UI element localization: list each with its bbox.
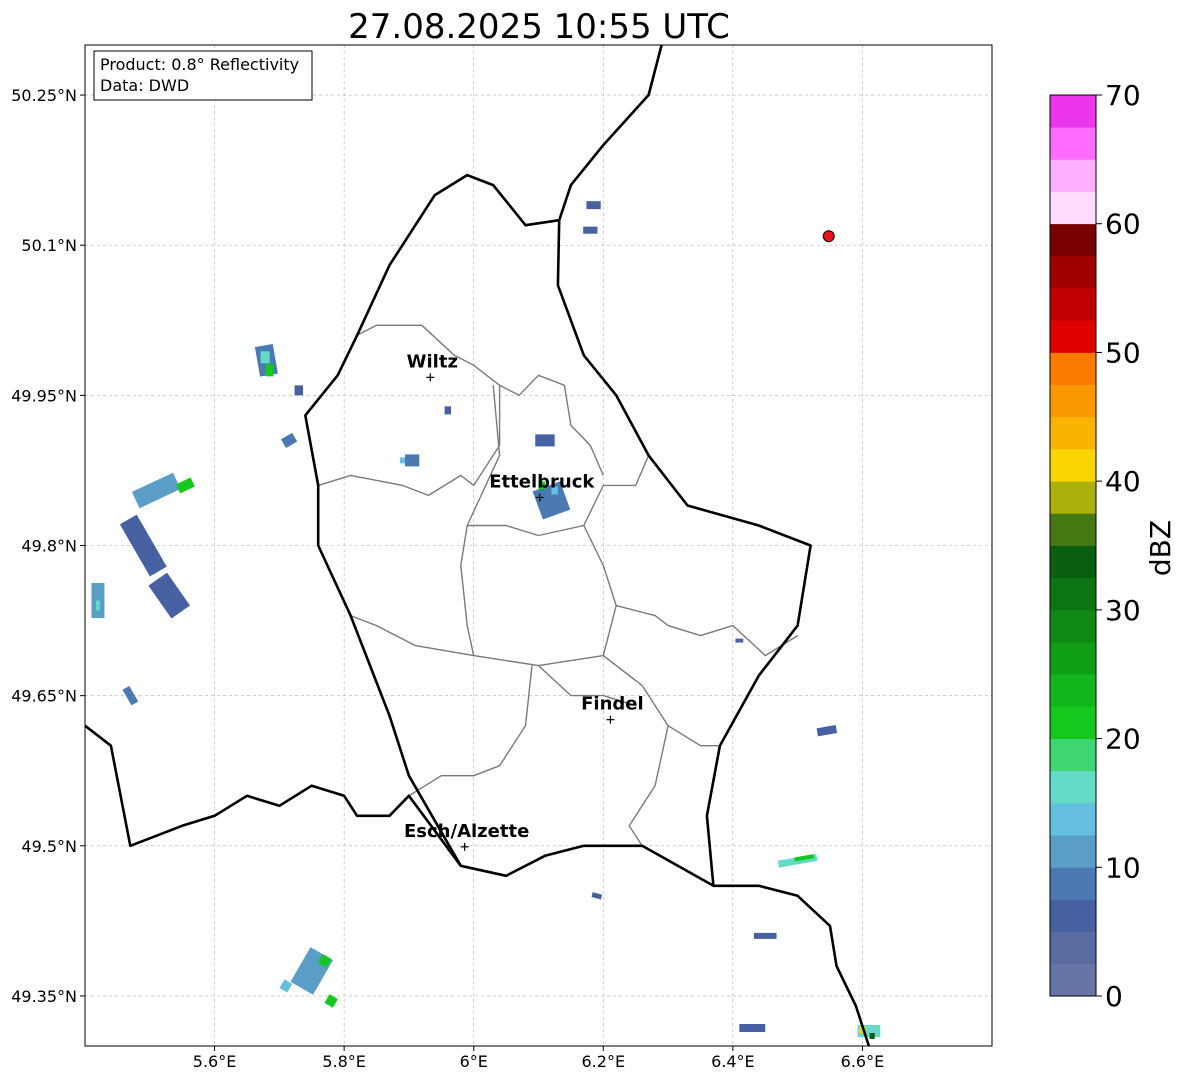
radar-echo [294, 385, 304, 396]
colorbar-tick-label: 70 [1105, 79, 1141, 112]
radar-map-figure: 27.08.2025 10:55 UTC Wiltz Ettelbruck Find… [11, 7, 1177, 1071]
lon-tick-label: 6.4°E [711, 1052, 755, 1071]
colorbar-tick-label: 60 [1105, 208, 1141, 241]
radar-echo [405, 454, 420, 467]
lat-tick-label: 50.1°N [21, 236, 77, 255]
radar-echo [535, 434, 555, 447]
lat-tick-label: 49.65°N [11, 687, 77, 706]
city-label: Wiltz [407, 351, 458, 372]
latitude-axis: 50.25°N 50.1°N 49.95°N 49.8°N 49.65°N 49.5°N 4… [11, 86, 85, 1006]
colorbar-segment [1050, 931, 1096, 965]
radar-echo [91, 583, 105, 619]
info-data-source: Data: DWD [100, 76, 189, 95]
lon-tick-label: 5.8°E [322, 1052, 366, 1071]
map-area: Wiltz Ettelbruck Findel Esch/Alzette [84, 44, 993, 1047]
colorbar-segment [1050, 545, 1096, 579]
colorbar-segment [1050, 674, 1096, 707]
radar-echo [869, 1032, 875, 1039]
colorbar-segment [1050, 416, 1096, 450]
map-title: 27.08.2025 10:55 UTC [348, 7, 730, 47]
lat-tick-label: 49.5°N [21, 837, 77, 856]
radar-echo [753, 932, 777, 939]
lon-tick-label: 6°E [460, 1052, 488, 1071]
colorbar-segment [1050, 384, 1096, 418]
colorbar-segment [1050, 642, 1096, 675]
colorbar-segment [1050, 802, 1096, 836]
lon-tick-label: 6.2°E [582, 1052, 626, 1071]
radar-echo [260, 351, 270, 364]
lon-tick-label: 6.6°E [841, 1052, 885, 1071]
colorbar-segment [1050, 288, 1096, 321]
colorbar-segment [1050, 738, 1096, 772]
lat-tick-label: 50.25°N [11, 86, 77, 105]
colorbar-segment [1050, 127, 1096, 160]
colorbar-segment [1050, 609, 1096, 643]
radar-echo [265, 364, 274, 377]
colorbar-segment [1050, 223, 1096, 257]
colorbar-segment [1050, 352, 1096, 386]
lat-tick-label: 49.35°N [11, 987, 77, 1006]
colorbar-tick-label: 20 [1105, 723, 1141, 756]
radar-echo [739, 1023, 766, 1032]
colorbar-segment [1050, 835, 1096, 868]
colorbar-tick-label: 0 [1105, 980, 1123, 1013]
colorbar-segment [1050, 255, 1096, 289]
radar-echo [96, 600, 100, 611]
colorbar-label: dBZ [1144, 520, 1177, 576]
colorbar-segment [1050, 706, 1096, 739]
longitude-axis: 5.6°E 5.8°E 6°E 6.2°E 6.4°E 6.6°E [193, 1046, 884, 1071]
colorbar-segment [1050, 481, 1096, 514]
city-label: Ettelbruck [489, 471, 595, 492]
colorbar-segment [1050, 963, 1096, 997]
colorbar-segment [1050, 159, 1096, 192]
colorbar-segment [1050, 867, 1096, 900]
colorbar-segment [1050, 770, 1096, 804]
colorbar-segment [1050, 191, 1096, 225]
colorbar-segment [1050, 577, 1096, 611]
info-product: Product: 0.8° Reflectivity [100, 55, 299, 74]
colorbar-segment [1050, 95, 1096, 128]
colorbar-tick-label: 40 [1105, 465, 1141, 498]
city-label: Esch/Alzette [404, 821, 529, 842]
lat-tick-label: 49.95°N [11, 386, 77, 405]
city-label: Findel [581, 694, 644, 715]
radar-site-marker [822, 230, 835, 243]
colorbar-tick-label: 30 [1105, 594, 1141, 627]
colorbar-tick-label: 50 [1105, 336, 1141, 369]
colorbar-segment [1050, 513, 1096, 546]
colorbar-segments [1050, 95, 1096, 997]
colorbar-tick-label: 10 [1105, 851, 1141, 884]
colorbar-segment [1050, 448, 1096, 482]
lat-tick-label: 49.8°N [21, 537, 77, 556]
colorbar-segment [1050, 899, 1096, 933]
radar-echo [586, 201, 601, 210]
radar-echo [399, 457, 406, 464]
lon-tick-label: 5.6°E [193, 1052, 237, 1071]
colorbar: 0 10 20 30 40 50 60 70 dBZ [1049, 79, 1177, 1013]
info-box: Product: 0.8° Reflectivity Data: DWD [93, 50, 313, 101]
radar-echo [583, 226, 598, 234]
radar-echo [735, 638, 744, 643]
colorbar-segment [1050, 320, 1096, 353]
radar-echo [444, 406, 452, 415]
colorbar-ticks: 0 10 20 30 40 50 60 70 [1096, 79, 1141, 1013]
